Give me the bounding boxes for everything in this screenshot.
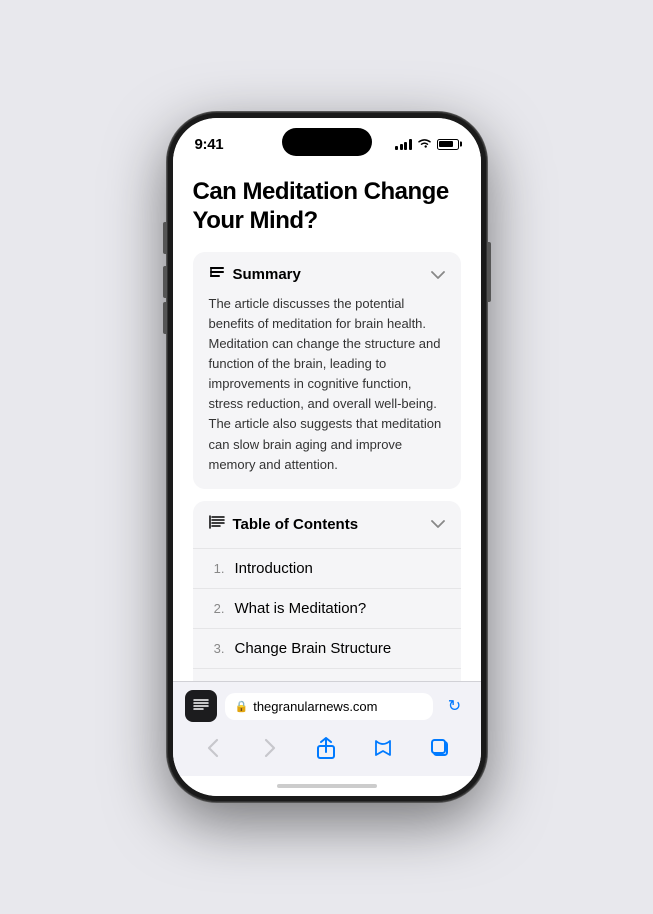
article-title: Can Meditation Change Your Mind? [193, 178, 461, 236]
reader-mode-icon [193, 698, 209, 715]
home-bar [277, 784, 377, 788]
reader-mode-button[interactable] [185, 690, 217, 722]
battery-icon [437, 139, 459, 150]
tabs-button[interactable] [422, 734, 458, 762]
back-button[interactable] [195, 734, 231, 762]
toc-header[interactable]: Table of Contents [193, 501, 461, 549]
toc-label-3: Change Brain Structure [235, 640, 392, 657]
nav-bar [185, 730, 469, 770]
toc-title-row: Table of Contents [209, 515, 359, 534]
toc-icon [209, 515, 225, 534]
toc-item[interactable]: 3. Change Brain Structure [193, 629, 461, 669]
signal-icon [395, 138, 412, 150]
reload-icon: ↻ [448, 696, 461, 716]
wifi-icon [417, 137, 432, 152]
status-icons [395, 137, 459, 152]
home-indicator [173, 776, 481, 796]
content-area[interactable]: Can Meditation Change Your Mind? [173, 162, 481, 681]
url-bar-row: 🔒 thegranularnews.com ↻ [185, 690, 469, 722]
toc-card[interactable]: Table of Contents 1. Introduction 2. Wha… [193, 501, 461, 681]
status-bar: 9:41 [173, 118, 481, 162]
toc-item[interactable]: 2. What is Meditation? [193, 589, 461, 629]
lock-icon: 🔒 [235, 700, 249, 713]
toc-chevron[interactable] [431, 515, 445, 533]
dynamic-island [282, 128, 372, 156]
forward-button[interactable] [252, 734, 288, 762]
url-text: thegranularnews.com [253, 699, 422, 714]
toc-item[interactable]: 1. Introduction [193, 549, 461, 589]
toc-num-2: 2. [209, 601, 225, 616]
status-time: 9:41 [195, 136, 224, 153]
summary-body: The article discusses the potential bene… [209, 294, 445, 475]
summary-chevron[interactable] [431, 266, 445, 284]
toc-num-3: 3. [209, 641, 225, 656]
summary-card[interactable]: Summary The article discusses the potent… [193, 252, 461, 489]
phone-screen: 9:41 [173, 118, 481, 796]
reload-button[interactable]: ↻ [441, 692, 469, 720]
phone-frame: 9:41 [167, 112, 487, 802]
summary-header: Summary [209, 266, 445, 284]
summary-title: Summary [233, 266, 301, 283]
bookmarks-button[interactable] [365, 734, 401, 762]
toc-title: Table of Contents [233, 516, 359, 533]
share-button[interactable] [308, 734, 344, 762]
toc-label-2: What is Meditation? [235, 600, 367, 617]
summary-title-row: Summary [209, 266, 301, 284]
browser-bar: 🔒 thegranularnews.com ↻ [173, 681, 481, 776]
toc-item[interactable]: 4. Strengthen Brain Networks [193, 669, 461, 681]
url-field[interactable]: 🔒 thegranularnews.com [225, 693, 433, 720]
summary-icon [209, 266, 225, 284]
toc-num-1: 1. [209, 561, 225, 576]
toc-label-1: Introduction [235, 560, 313, 577]
